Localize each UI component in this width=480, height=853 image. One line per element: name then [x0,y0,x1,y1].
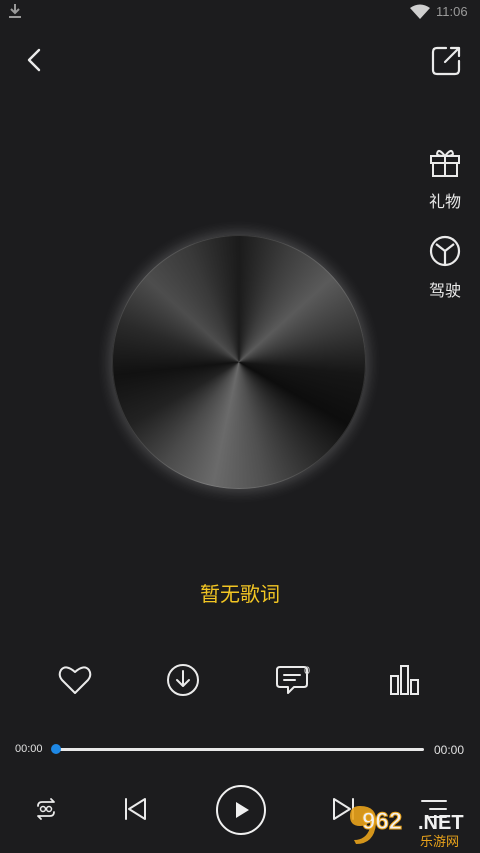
download-circle-icon[interactable] [165,662,201,698]
play-icon [236,802,249,818]
equalizer-icon[interactable] [387,662,423,698]
svg-text:.NET: .NET [418,812,464,834]
gift-label: 礼物 [428,194,461,211]
lyrics-text[interactable]: 暂无歌词 [0,578,480,607]
status-bar: 11:06 [0,0,480,24]
previous-icon[interactable] [121,795,149,823]
svg-text:乐游网: 乐游网 [420,835,459,850]
share-icon[interactable] [428,43,464,79]
chevron-left-icon[interactable] [20,44,48,76]
download-icon [9,4,21,18]
loop-icon[interactable] [33,796,59,822]
watermark-logo: 962 .NET 乐游网 [350,806,464,850]
status-time: 11:06 [436,4,468,19]
play-button[interactable] [216,785,266,835]
gift-button[interactable]: 礼物 [415,145,475,212]
gift-icon [430,150,460,177]
progress-bar[interactable] [56,748,424,751]
driving-mode-button[interactable]: 驾驶 [415,234,475,301]
heart-icon[interactable] [57,662,93,698]
wifi-icon [410,4,430,19]
music-player-screen: 11:06 礼物 驾驶 暂无歌词 0 00:00 00:00 962 .NET … [0,0,480,853]
album-disc [112,235,366,489]
svg-text:962: 962 [362,808,402,835]
driving-label: 驾驶 [428,283,461,300]
steering-wheel-icon [429,235,461,267]
current-time: 00:00 [15,743,43,755]
comment-count: 0 [304,665,311,677]
total-time: 00:00 [434,743,465,757]
progress-thumb[interactable] [51,744,61,754]
